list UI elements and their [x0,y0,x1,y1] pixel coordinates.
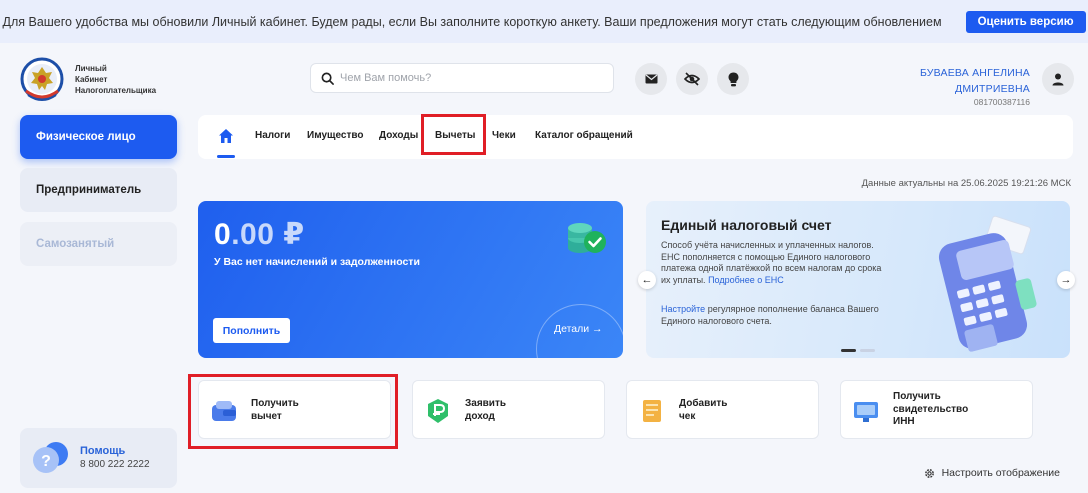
card-title-line: чек [679,410,696,422]
balance-amount-int: 0 [214,218,232,251]
gear-icon [924,468,934,478]
user-name-line1[interactable]: БУВАЕВА АНГЕЛИНА [920,65,1030,81]
user-info[interactable]: БУВАЕВА АНГЕЛИНА ДМИТРИЕВНА 081700387116 [920,65,1030,108]
card-title: Получить свидетельство ИНН [893,391,968,429]
arrow-right-icon: → [592,323,603,335]
user-inn: 081700387116 [973,97,1030,107]
configure-display-link[interactable]: Настроить отображение [924,467,1060,479]
hide-balance-button[interactable] [676,63,708,95]
search-box[interactable] [310,63,614,93]
receipt-icon [643,400,661,422]
card-title: Добавить чек [679,398,727,423]
top-up-button[interactable]: Пополнить [213,318,290,343]
banner-text: Для Вашего удобства мы обновили Личный к… [2,14,942,29]
rate-version-button[interactable]: Оценить версию [965,10,1086,33]
carousel-next-button[interactable]: → [1057,271,1075,289]
payment-terminal-illustration [938,215,1037,352]
profile-button[interactable] [1042,63,1074,95]
nav-request-catalog[interactable]: Каталог обращений [535,130,633,141]
carousel-dots[interactable] [841,349,881,352]
search-input[interactable] [340,72,600,84]
card-get-inn-certificate[interactable]: Получить свидетельство ИНН [840,380,1033,439]
ens-setup-text: Настройте регулярное пополнение баланса … [661,304,891,327]
balance-amount-dec: .00 ₽ [231,218,305,251]
home-icon[interactable] [218,128,234,144]
configure-label: Настроить отображение [941,467,1060,479]
card-title-line: свидетельство [893,403,969,415]
nav-receipts[interactable]: Чеки [492,130,516,141]
card-title-line: ИНН [893,416,915,427]
card-title-line: Добавить [679,398,728,409]
logo-line: Кабинет [75,75,108,84]
ens-setup-link[interactable]: Настройте [661,304,705,314]
user-name-line2[interactable]: ДМИТРИЕВНА [920,81,1030,97]
lightbulb-icon [728,72,738,86]
card-add-receipt[interactable]: Добавить чек [626,380,819,439]
ens-promo-card: Единый налоговый счет Способ учёта начис… [646,201,1070,358]
ens-title: Единый налоговый счет [661,217,832,233]
fns-logo-icon[interactable] [20,57,64,103]
mail-icon [645,74,657,84]
balance-subtitle: У Вас нет начислений и задолженности [214,256,420,268]
user-icon [1052,73,1064,85]
arrow-right-icon: → [1060,274,1072,286]
logo-text[interactable]: Личный Кабинет Налогоплательщика [75,63,156,96]
messages-button[interactable] [635,63,667,95]
svg-text:?: ? [41,453,51,470]
nav-property[interactable]: Имущество [307,130,363,141]
logo-line: Налогоплательщика [75,86,157,95]
sidebar-item-entrepreneur[interactable]: Предприниматель [20,168,177,212]
highlight-card-get-deduction [188,374,398,449]
ens-description: Способ учёта начисленных и уплаченных на… [661,240,891,286]
sidebar-item-individual[interactable]: Физическое лицо [20,115,177,159]
main-nav: Налоги Имущество Доходы Вычеты Чеки Ката… [198,115,1073,159]
card-title-line: Получить [893,391,941,402]
nav-taxes[interactable]: Налоги [255,130,290,141]
help-title: Помощь [80,445,126,457]
arrow-left-icon: ← [641,274,653,286]
card-title-line: Заявить [465,398,507,409]
balance-card: 0.00 ₽ У Вас нет начислений и задолженно… [198,201,623,358]
income-icon [428,399,448,423]
card-title: Заявить доход [465,398,506,423]
eye-off-icon [684,72,700,86]
highlight-nav-deductions [421,114,486,155]
balance-amount: 0.00 ₽ [214,217,305,252]
card-title-line: доход [465,410,495,422]
coins-check-icon [568,223,606,253]
tips-button[interactable] [717,63,749,95]
carousel-prev-button[interactable]: ← [638,271,656,289]
nav-income[interactable]: Доходы [379,130,418,141]
logo-line: Личный [75,64,107,73]
help-phone: 8 800 222 2222 [80,459,150,470]
certificate-icon [854,402,878,422]
details-label: Детали [554,323,590,335]
data-actual-timestamp: Данные актуальны на 25.06.2025 19:21:26 … [861,178,1071,189]
ens-more-link[interactable]: Подробнее о ЕНС [708,275,784,285]
top-banner: Для Вашего удобства мы обновили Личный к… [0,0,1088,43]
header: Личный Кабинет Налогоплательщика БУВАЕВА… [0,43,1088,113]
help-chat-icon: ? [33,442,68,473]
card-declare-income[interactable]: Заявить доход [412,380,605,439]
nav-active-indicator [217,155,235,158]
sidebar-item-self-employed: Самозанятый [20,222,177,266]
search-icon [321,72,334,85]
details-link[interactable]: Детали → [554,323,603,335]
help-card[interactable]: ? Помощь 8 800 222 2222 [20,428,177,488]
